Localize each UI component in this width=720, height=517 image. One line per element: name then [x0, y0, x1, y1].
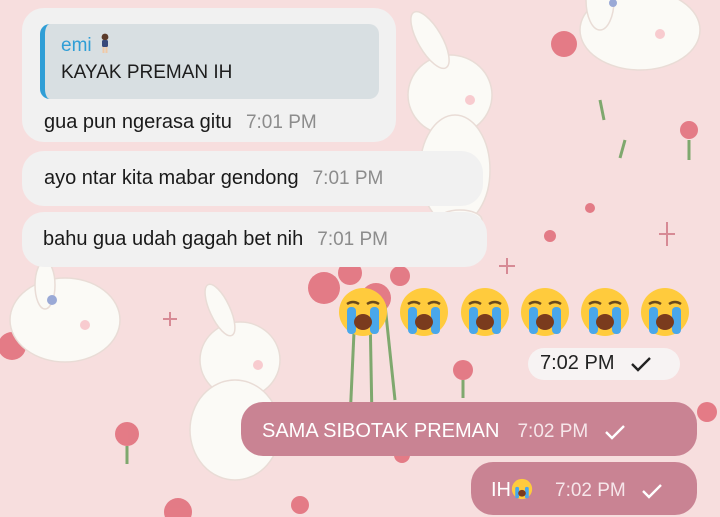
emoji-message-timestamp-pill: 7:02 PM: [528, 348, 680, 380]
message-timestamp: 7:01 PM: [317, 229, 389, 250]
incoming-message-bubble[interactable]: ayo ntar kita mabar gendong 7:01 PM: [22, 151, 483, 206]
message-timestamp: 7:01 PM: [245, 112, 317, 133]
message-text: IH: [491, 479, 511, 501]
outgoing-message-bubble[interactable]: IH 7:02 PM: [471, 462, 697, 515]
message-text: SAMA SIBOTAK PREMAN: [262, 420, 500, 442]
sent-check-icon: [642, 483, 663, 499]
message-timestamp: 7:01 PM: [312, 168, 384, 189]
message-text: ayo ntar kita mabar gendong: [44, 167, 299, 189]
incoming-message-bubble[interactable]: bahu gua udah gagah bet nih 7:01 PM: [22, 212, 487, 267]
quoted-reply-text: KAYAK PREMAN IH: [61, 62, 233, 83]
loudly-crying-face-icon: [400, 288, 448, 336]
loudly-crying-face-icon: [521, 288, 569, 336]
message-timestamp: 7:02 PM: [555, 480, 626, 501]
quoted-reply[interactable]: emi KAYAK PREMAN IH: [40, 24, 379, 99]
outgoing-message-bubble[interactable]: SAMA SIBOTAK PREMAN 7:02 PM: [241, 402, 697, 456]
message-row: gua pun ngerasa gitu 7:01 PM: [44, 110, 394, 136]
loudly-crying-face-icon: [581, 288, 629, 336]
loudly-crying-face-icon: [461, 288, 509, 336]
message-timestamp: 7:02 PM: [517, 421, 589, 442]
loudly-crying-face-icon: [511, 478, 533, 500]
message-timestamp: 7:02 PM: [540, 352, 615, 374]
loudly-crying-face-icon: [339, 288, 387, 336]
sent-check-icon: [631, 356, 651, 372]
message-text: bahu gua udah gagah bet nih: [43, 228, 304, 250]
message-text: gua pun ngerasa gitu: [44, 111, 232, 133]
person-emoji-icon: [101, 33, 109, 53]
sent-check-icon: [604, 424, 625, 440]
loudly-crying-face-icon: [641, 288, 689, 336]
quoted-reply-sender: emi: [61, 33, 379, 58]
